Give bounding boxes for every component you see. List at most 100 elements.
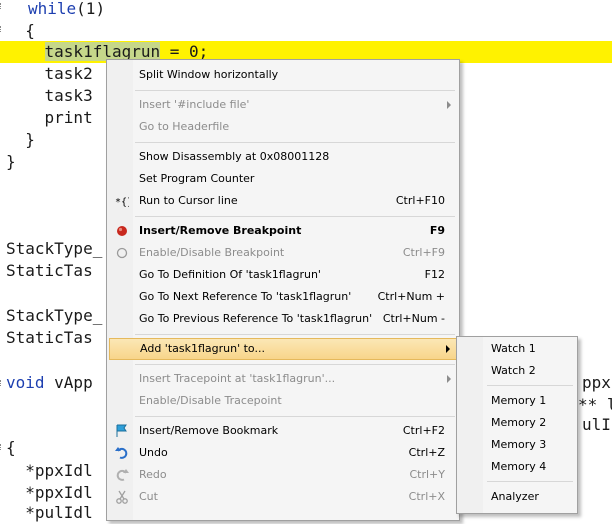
menu-item-label: Split Window horizontally <box>139 68 279 81</box>
submenu-item-memory-1[interactable]: Memory 1 <box>459 390 575 412</box>
menu-item-add-to[interactable]: Add 'task1flagrun' to... <box>109 338 457 360</box>
submenu-item-memory-4[interactable]: Memory 4 <box>459 456 575 478</box>
menu-item-label: Undo <box>139 446 168 459</box>
context-menu: Split Window horizontally Insert '#inclu… <box>106 59 460 521</box>
breakpoint-icon <box>115 224 129 238</box>
code-line[interactable]: *ppxIdl <box>6 460 92 482</box>
code-line[interactable]: StackType_ <box>6 305 102 327</box>
menu-item-shortcut: Ctrl+Num + <box>377 290 445 303</box>
menu-item-shortcut: F12 <box>424 268 445 281</box>
menu-item-label: Show Disassembly at 0x08001128 <box>139 150 330 163</box>
add-to-submenu: Watch 1 Watch 2 Memory 1 Memory 2 Memory… <box>456 336 578 514</box>
fold-marker <box>0 444 4 450</box>
cut-icon <box>115 490 129 504</box>
menu-separator <box>135 142 455 143</box>
menu-item-shortcut: Ctrl+Num - <box>382 312 445 325</box>
keyword: void <box>6 373 45 392</box>
menu-separator <box>487 481 573 482</box>
run-to-cursor-icon: *{} <box>115 194 133 208</box>
menu-item-label: Memory 4 <box>491 460 547 473</box>
menu-item-label: Go To Definition Of 'task1flagrun' <box>139 268 321 281</box>
menu-item-redo[interactable]: Redo Ctrl+Y <box>109 464 457 486</box>
menu-item-label: Cut <box>139 490 158 503</box>
menu-separator <box>135 216 455 217</box>
submenu-item-watch-1[interactable]: Watch 1 <box>459 338 575 360</box>
menu-item-enable-disable-tracepoint[interactable]: Enable/Disable Tracepoint <box>109 390 457 412</box>
breakpoint-disabled-icon <box>115 246 129 260</box>
menu-item-undo[interactable]: Undo Ctrl+Z <box>109 442 457 464</box>
menu-separator <box>135 334 455 335</box>
menu-item-label: Add 'task1flagrun' to... <box>140 342 265 355</box>
menu-item-shortcut: F9 <box>429 224 445 237</box>
code-fragment: ulI <box>582 415 611 434</box>
code-line[interactable]: while(1) <box>28 0 105 20</box>
fold-marker <box>0 380 4 386</box>
code-text: (1) <box>76 0 106 18</box>
menu-item-label: Insert/Remove Breakpoint <box>139 224 302 237</box>
code-line[interactable]: StackType_ <box>6 238 102 260</box>
menu-item-label: Memory 3 <box>491 438 547 451</box>
menu-item-insert-tracepoint[interactable]: Insert Tracepoint at 'task1flagrun'... <box>109 368 457 390</box>
menu-item-run-to-cursor[interactable]: *{} Run to Cursor line Ctrl+F10 <box>109 190 457 212</box>
submenu-item-memory-3[interactable]: Memory 3 <box>459 434 575 456</box>
menu-item-label: Enable/Disable Tracepoint <box>139 394 282 407</box>
menu-item-go-to-definition[interactable]: Go To Definition Of 'task1flagrun' F12 <box>109 264 457 286</box>
code-fragment: ppx <box>582 373 611 392</box>
menu-separator <box>135 416 455 417</box>
menu-item-label: Memory 2 <box>491 416 547 429</box>
menu-item-show-disassembly[interactable]: Show Disassembly at 0x08001128 <box>109 146 457 168</box>
submenu-arrow-icon <box>446 345 450 353</box>
submenu-arrow-icon <box>447 375 451 383</box>
code-line[interactable]: StaticTas <box>6 327 93 349</box>
submenu-item-watch-2[interactable]: Watch 2 <box>459 360 575 382</box>
code-line[interactable]: } <box>6 151 16 173</box>
submenu-item-analyzer[interactable]: Analyzer <box>459 486 575 508</box>
menu-item-go-to-next-reference[interactable]: Go To Next Reference To 'task1flagrun' C… <box>109 286 457 308</box>
keyword: while <box>28 0 77 18</box>
menu-item-shortcut: Ctrl+F9 <box>402 246 445 259</box>
menu-item-insert-remove-bookmark[interactable]: Insert/Remove Bookmark Ctrl+F2 <box>109 420 457 442</box>
bookmark-icon <box>115 424 129 438</box>
menu-separator <box>135 90 455 91</box>
menu-item-label: Enable/Disable Breakpoint <box>139 246 285 259</box>
svg-text:*{}: *{} <box>115 197 129 208</box>
menu-item-label: Watch 2 <box>491 364 536 377</box>
menu-item-cut[interactable]: Cut Ctrl+X <box>109 486 457 508</box>
menu-item-insert-remove-breakpoint[interactable]: Insert/Remove Breakpoint F9 <box>109 220 457 242</box>
menu-item-label: Insert/Remove Bookmark <box>139 424 279 437</box>
menu-item-label: Analyzer <box>491 490 539 503</box>
code-line[interactable]: StaticTas <box>6 260 93 282</box>
menu-item-shortcut: Ctrl+X <box>408 490 445 503</box>
menu-item-label: Go To Previous Reference To 'task1flagru… <box>139 312 373 325</box>
menu-item-label: Set Program Counter <box>139 172 255 185</box>
menu-item-label: Insert '#include file' <box>139 98 250 111</box>
menu-item-label: Run to Cursor line <box>139 194 238 207</box>
menu-item-enable-disable-breakpoint[interactable]: Enable/Disable Breakpoint Ctrl+F9 <box>109 242 457 264</box>
menu-item-label: Watch 1 <box>491 342 536 355</box>
fold-marker <box>0 26 4 32</box>
code-line[interactable]: { <box>6 20 35 42</box>
code-line[interactable]: *ppxIdl <box>6 482 92 504</box>
menu-item-shortcut: Ctrl+Y <box>409 468 445 481</box>
menu-item-shortcut: Ctrl+F2 <box>402 424 445 437</box>
code-fragment: ** l <box>578 395 612 414</box>
menu-item-go-to-previous-reference[interactable]: Go To Previous Reference To 'task1flagru… <box>109 308 457 330</box>
submenu-item-memory-2[interactable]: Memory 2 <box>459 412 575 434</box>
code-line[interactable]: task2 <box>6 63 93 85</box>
code-line[interactable]: } <box>6 129 35 151</box>
menu-item-shortcut: Ctrl+F10 <box>395 194 445 207</box>
undo-icon <box>115 446 129 460</box>
menu-item-go-to-headerfile[interactable]: Go to Headerfile <box>109 116 457 138</box>
code-line[interactable]: void vApp <box>6 372 93 394</box>
menu-item-label: Go to Headerfile <box>139 120 230 133</box>
code-line[interactable]: *pulIdl <box>6 502 92 524</box>
menu-item-label: Insert Tracepoint at 'task1flagrun'... <box>139 372 336 385</box>
menu-item-insert-include[interactable]: Insert '#include file' <box>109 94 457 116</box>
menu-item-set-program-counter[interactable]: Set Program Counter <box>109 168 457 190</box>
code-line[interactable]: task3 <box>6 85 93 107</box>
menu-item-label: Go To Next Reference To 'task1flagrun' <box>139 290 352 303</box>
code-line[interactable]: print <box>6 107 93 129</box>
code-line[interactable]: { <box>6 437 16 459</box>
menu-item-split-window[interactable]: Split Window horizontally <box>109 64 457 86</box>
